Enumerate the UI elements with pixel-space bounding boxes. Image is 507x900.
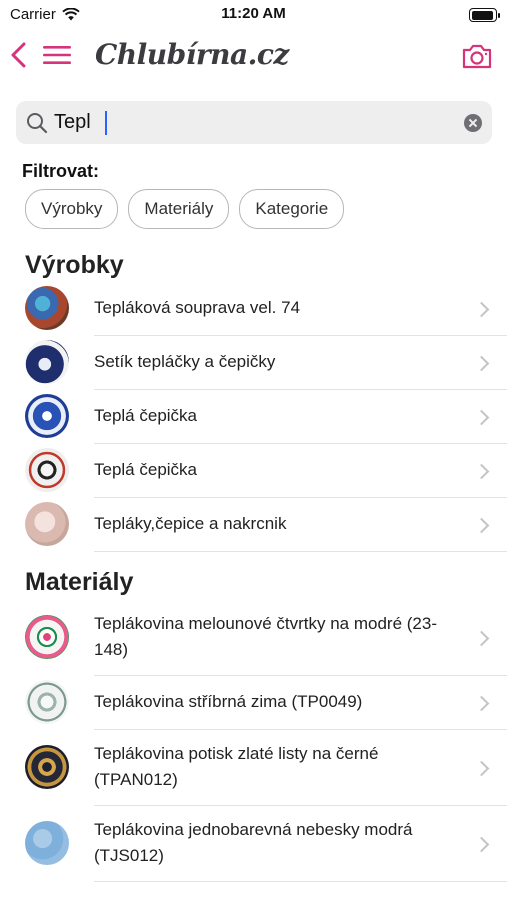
divider <box>94 881 507 882</box>
material-thumbnail <box>25 821 69 865</box>
chevron-right-icon <box>473 517 490 534</box>
list-item-label: Teplá čepička <box>94 460 198 479</box>
list-item-label: Teplákovina jednobarevná nebesky modrá (… <box>94 820 413 865</box>
product-thumbnail <box>25 286 69 330</box>
product-thumbnail <box>25 340 69 384</box>
search-icon <box>27 113 48 134</box>
product-thumbnail <box>25 502 69 546</box>
list-item[interactable]: Tepláky,čepice a nakrcnik <box>0 498 507 552</box>
chevron-right-icon <box>473 463 490 480</box>
chevron-right-icon <box>473 301 490 318</box>
brand-logo[interactable]: Chlubírna.cz <box>95 38 289 71</box>
list-item[interactable]: Teplákovina potisk zlaté listy na černé … <box>0 730 507 806</box>
list-item[interactable]: Teplá čepička <box>0 390 507 444</box>
list-item-label: Teplákovina melounové čtvrtky na modré (… <box>94 614 437 659</box>
divider <box>94 551 507 552</box>
chevron-right-icon <box>473 409 490 426</box>
material-thumbnail <box>25 680 69 724</box>
chevron-right-icon <box>473 630 490 647</box>
filter-chip-materials[interactable]: Materiály <box>128 189 230 229</box>
list-item[interactable]: Teplákovina stříbrná zima (TP0049) <box>0 676 507 730</box>
product-thumbnail <box>25 394 69 438</box>
list-item-label: Setík tepláčky a čepičky <box>94 352 276 371</box>
clear-search-icon[interactable] <box>464 114 482 132</box>
list-item[interactable]: Teplákovina melounové čtvrtky na modré (… <box>0 600 507 676</box>
list-item-label: Teplákovina potisk zlaté listy na černé … <box>94 744 379 789</box>
camera-icon[interactable] <box>461 42 493 70</box>
chevron-right-icon <box>473 355 490 372</box>
filter-chips: Výrobky Materiály Kategorie <box>25 189 345 229</box>
list-item-label: Teplákovina stříbrná zima (TP0049) <box>94 692 363 711</box>
list-item[interactable]: Teplákovina jednobarevná nebesky modrá (… <box>0 806 507 882</box>
status-time: 11:20 AM <box>221 5 286 22</box>
material-thumbnail <box>25 615 69 659</box>
list-item-label: Tepláková souprava vel. 74 <box>94 298 301 317</box>
list-item[interactable]: Setík tepláčky a čepičky <box>0 336 507 390</box>
battery-icon <box>469 8 500 22</box>
chevron-right-icon <box>473 695 490 712</box>
hamburger-menu-icon[interactable] <box>42 44 72 66</box>
search-bar[interactable] <box>16 101 492 144</box>
list-item-label: Tepláky,čepice a nakrcnik <box>94 514 287 533</box>
list-item-label: Teplá čepička <box>94 406 198 425</box>
chevron-right-icon <box>473 836 490 853</box>
chevron-right-icon <box>473 760 490 777</box>
filter-chip-categories[interactable]: Kategorie <box>239 189 345 229</box>
nav-bar: Chlubírna.cz <box>0 30 507 82</box>
material-thumbnail <box>25 745 69 789</box>
product-thumbnail <box>25 448 69 492</box>
filter-label: Filtrovat: <box>22 161 100 181</box>
search-input[interactable] <box>54 107 454 137</box>
back-chevron-icon[interactable] <box>8 42 30 68</box>
status-bar: Carrier 11:20 AM <box>0 0 507 28</box>
text-caret <box>105 111 107 135</box>
list-item[interactable]: Teplá čepička <box>0 444 507 498</box>
list-item[interactable]: Tepláková souprava vel. 74 <box>0 282 507 336</box>
filter-chip-products[interactable]: Výrobky <box>25 189 119 229</box>
section-title-materials: Materiály <box>25 568 134 596</box>
section-title-products: Výrobky <box>25 251 124 279</box>
